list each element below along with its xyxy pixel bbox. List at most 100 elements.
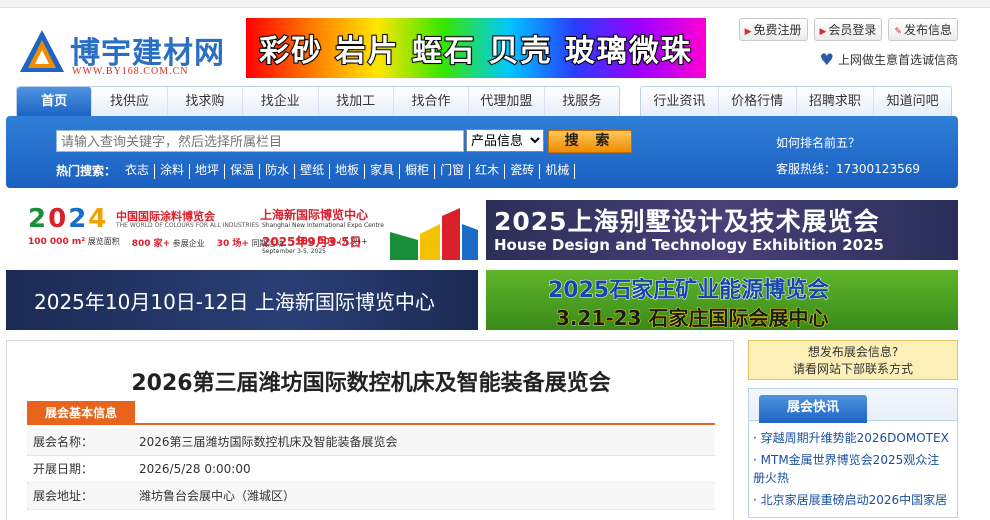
news-box-title: 展会快讯 xyxy=(759,395,867,423)
sidebar: 想发布展会信息? 请看网站下部联系方式 展会快讯 穿越周期升维势能2026DOM… xyxy=(748,340,958,518)
hot-search-link[interactable]: 保温 xyxy=(225,164,261,179)
section-header: 展会基本信息 xyxy=(27,401,715,425)
expo-detail-panel: 2026第三届潍坊国际数控机床及智能装备展览会 展会基本信息 展会名称： 202… xyxy=(6,340,734,520)
stat-value: 30 场+ xyxy=(216,239,249,249)
year-digit: 2 xyxy=(68,204,89,234)
banner-mining-date: 3.21-23 石家庄国际会展中心 xyxy=(555,306,829,331)
register-label: 免费注册 xyxy=(753,23,802,37)
hot-search-link[interactable]: 地坪 xyxy=(190,164,226,179)
year-digit: 4 xyxy=(88,204,109,234)
info-key: 展会地址： xyxy=(33,489,94,503)
banner-year: 2024 xyxy=(28,204,108,234)
user-links: ▶ 免费注册 ▶ 会员登录 ✎ 发布信息 xyxy=(738,18,958,41)
nav-franchise[interactable]: 代理加盟 xyxy=(469,87,545,116)
banner-venue: 上海新国际博览中心 xyxy=(260,208,369,222)
hot-search-link[interactable]: 门窗 xyxy=(435,164,471,179)
register-link[interactable]: ▶ 免费注册 xyxy=(738,18,808,41)
post-info-label: 发布信息 xyxy=(903,23,952,37)
hot-search-link[interactable]: 机械 xyxy=(540,164,576,179)
info-value: 2026/5/28 0:00:00 xyxy=(139,462,251,476)
slogan-text: 上网做生意首选诚信商 xyxy=(837,53,958,67)
year-digit: 0 xyxy=(48,204,69,234)
banner-dates-en: September 3-5, 2025 xyxy=(262,248,326,255)
news-item[interactable]: 穿越周期升维势能2026DOMOTEX xyxy=(753,429,951,447)
nav-service[interactable]: 找服务 xyxy=(545,87,619,116)
stat-value: 800 家+ xyxy=(131,239,171,249)
top-ad-text: 彩砂 岩片 蛭石 贝壳 玻璃微珠 xyxy=(258,33,693,70)
nav-group-info: 行业资讯 价格行情 招聘求职 知道问吧 xyxy=(640,86,952,116)
site-logo[interactable]: 博宇建材网 WWW.BY168.COM.CN xyxy=(18,26,228,86)
banner-shanghai-text: 2025年10月10日-12日 上海新国际博览中心 xyxy=(34,290,435,314)
ad-banner-coatings-expo[interactable]: 2024 中国国际涂料博览会 THE WORLD OF COLOURS FOR … xyxy=(6,200,478,260)
nav-home[interactable]: 首页 xyxy=(17,87,93,116)
hot-search-link[interactable]: 防水 xyxy=(260,164,296,179)
info-key: 展会名称： xyxy=(33,435,94,449)
stat-label: 展览面积 xyxy=(87,237,120,246)
banner-stat: 100 000 m² 展览面积 xyxy=(28,236,120,249)
notice-line-2: 请看网站下部联系方式 xyxy=(792,362,913,376)
ad-banner-villa-expo[interactable]: 2025上海别墅设计及技术展览会 House Design and Techno… xyxy=(486,200,958,260)
nav-company[interactable]: 找企业 xyxy=(243,87,319,116)
hot-searches: 热门搜索： 衣志 涂料 地坪 保温 防水 壁纸 地板 家具 橱柜 门窗 红木 瓷… xyxy=(56,162,576,179)
notice-line-1: 想发布展会信息? xyxy=(807,345,899,359)
top-ad-banner[interactable]: 彩砂 岩片 蛭石 贝壳 玻璃微珠 xyxy=(246,18,706,78)
service-hotline: 客服热线：17300123569 xyxy=(776,162,920,176)
arrow-icon: ▶ xyxy=(819,27,827,37)
hot-search-link[interactable]: 家具 xyxy=(365,164,401,179)
info-row: 展会名称： 2026第三届潍坊国际数控机床及智能装备展览会 xyxy=(27,429,715,456)
nav-news[interactable]: 行业资讯 xyxy=(641,87,719,116)
hot-search-link[interactable]: 地板 xyxy=(330,164,366,179)
info-value: 2026第三届潍坊国际数控机床及智能装备展览会 xyxy=(139,435,398,449)
search-button[interactable]: 搜 索 xyxy=(548,130,632,153)
ad-banner-mining-expo[interactable]: 2025石家庄矿业能源博览会 3.21-23 石家庄国际会展中心 xyxy=(486,270,958,330)
nav-purchase[interactable]: 找求购 xyxy=(168,87,244,116)
hot-search-link[interactable]: 壁纸 xyxy=(295,164,331,179)
banner-mining-title: 2025石家庄矿业能源博览会 xyxy=(547,278,830,304)
banner-subtitle: THE WORLD OF COLOURS FOR ALL INDUSTRIES xyxy=(116,222,259,229)
banner-stat: 800 家+ 参展企业 xyxy=(132,236,205,249)
hot-search-link[interactable]: 橱柜 xyxy=(400,164,436,179)
page-title: 2026第三届潍坊国际数控机床及智能装备展览会 xyxy=(131,371,611,396)
banner-villa-title: 2025上海别墅设计及技术展览会 xyxy=(494,207,880,236)
hot-search-link[interactable]: 红木 xyxy=(470,164,506,179)
hot-search-label: 热门搜索： xyxy=(56,164,117,178)
info-row: 开展日期： 2026/5/28 0:00:00 xyxy=(27,456,715,483)
news-item[interactable]: MTM金属世界博览会2025观众注册火热 xyxy=(753,451,951,487)
handshake-heart-icon: ♥ xyxy=(819,50,834,69)
search-band: 产品信息 搜 索 热门搜索： 衣志 涂料 地坪 保温 防水 壁纸 地板 家具 橱… xyxy=(6,116,958,188)
news-item[interactable]: 北京家居展重磅启动2026中国家居 xyxy=(753,491,951,509)
ad-banner-shanghai-expo[interactable]: 2025年10月10日-12日 上海新国际博览中心 xyxy=(6,270,478,330)
publish-expo-notice[interactable]: 想发布展会信息? 请看网站下部联系方式 xyxy=(748,340,958,380)
search-category-select[interactable]: 产品信息 xyxy=(466,129,544,152)
expo-news-box: 展会快讯 穿越周期升维势能2026DOMOTEX MTM金属世界博览会2025观… xyxy=(748,388,958,518)
info-table: 展会名称： 2026第三届潍坊国际数控机床及智能装备展览会 开展日期： 2026… xyxy=(27,429,715,510)
slogan: ♥ 上网做生意首选诚信商 xyxy=(820,50,958,69)
info-value: 潍坊鲁台会展中心（潍城区） xyxy=(139,489,296,503)
edit-icon: ✎ xyxy=(894,27,902,37)
stat-value: 100 000 m² xyxy=(28,237,86,247)
nav-qa[interactable]: 知道问吧 xyxy=(874,87,951,116)
nav-prices[interactable]: 价格行情 xyxy=(719,87,797,116)
arrow-icon: ▶ xyxy=(744,27,752,37)
site-header: 博宇建材网 WWW.BY168.COM.CN 彩砂 岩片 蛭石 贝壳 玻璃微珠 … xyxy=(0,8,990,88)
nav-processing[interactable]: 找加工 xyxy=(319,87,394,116)
hot-search-link[interactable]: 瓷砖 xyxy=(505,164,541,179)
nav-supply[interactable]: 找供应 xyxy=(92,87,168,116)
color-blocks-graphic xyxy=(390,208,478,260)
main-nav: 首页 找供应 找求购 找企业 找加工 找合作 代理加盟 找服务 行业资讯 价格行… xyxy=(16,86,958,116)
hot-search-link[interactable]: 涂料 xyxy=(155,164,191,179)
nav-cooperation[interactable]: 找合作 xyxy=(394,87,470,116)
section-tab-basic-info: 展会基本信息 xyxy=(27,401,136,425)
post-info-link[interactable]: ✎ 发布信息 xyxy=(888,18,958,41)
search-input[interactable] xyxy=(56,130,464,152)
ranking-link[interactable]: 如何排名前五？ xyxy=(776,134,860,151)
top-strip xyxy=(0,0,990,8)
stat-label: 参展企业 xyxy=(172,239,205,248)
login-link[interactable]: ▶ 会员登录 xyxy=(813,18,883,41)
hot-search-link[interactable]: 衣志 xyxy=(120,164,156,179)
nav-group-main: 首页 找供应 找求购 找企业 找加工 找合作 代理加盟 找服务 xyxy=(16,86,620,116)
year-digit: 2 xyxy=(28,204,49,234)
info-key: 开展日期： xyxy=(33,462,94,476)
banner-venue-en: Shanghai New International Expo Centre xyxy=(262,222,384,229)
nav-jobs[interactable]: 招聘求职 xyxy=(797,87,875,116)
